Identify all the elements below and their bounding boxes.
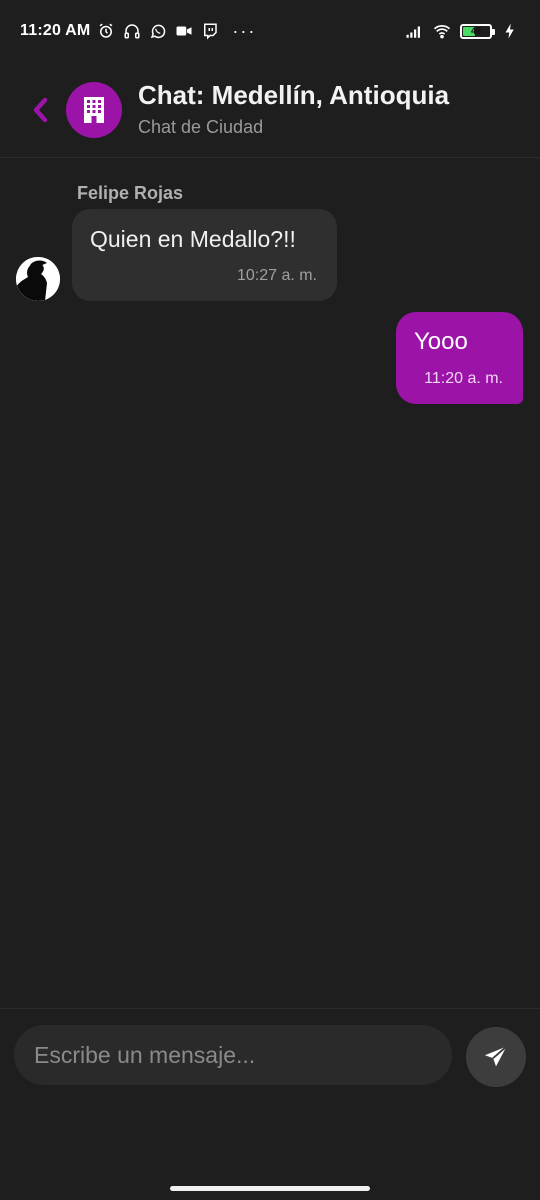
message-time: 11:20 a. m. [424,370,503,387]
wifi-icon [432,21,452,41]
chevron-left-icon [33,97,48,122]
back-button[interactable] [22,92,58,128]
send-button[interactable] [466,1027,526,1087]
status-bar: 11:20 AM ··· 48 [0,0,540,62]
charging-icon [500,21,520,41]
battery-icon: 48 [460,23,495,39]
battery-level: 48 [470,26,481,36]
status-left: 11:20 AM ··· [20,21,256,41]
alarm-icon [96,21,116,41]
message-list[interactable]: Felipe Rojas Quien en Medallo?!! 10:27 a… [0,159,540,1007]
headphones-icon [122,21,142,41]
whatsapp-icon [148,21,168,41]
home-indicator[interactable] [170,1186,370,1191]
message-composer [0,1008,540,1109]
avatar[interactable] [16,257,60,301]
signal-icon [404,21,424,41]
send-icon [484,1045,508,1067]
chat-avatar[interactable] [66,81,122,138]
message-time: 10:27 a. m. [236,267,317,284]
chat-subtitle: Chat de Ciudad [138,116,264,137]
status-right: 48 [404,21,520,41]
chat-header: Chat: Medellín, Antioquia Chat de Ciudad [0,62,540,158]
twitch-icon [200,21,220,41]
message-input[interactable] [14,1025,452,1085]
status-time: 11:20 AM [20,22,91,39]
person-silhouette-icon [16,257,60,301]
message-text: Yooo [414,328,468,355]
sender-name: Felipe Rojas [77,183,184,203]
outgoing-message-bubble[interactable]: Yooo 11:20 a. m. [396,312,523,404]
building-icon [84,96,104,123]
header-text: Chat: Medellín, Antioquia Chat de Ciudad [138,80,450,138]
message-text: Quien en Medallo?!! [90,226,296,252]
video-icon [174,21,194,41]
chat-title: Chat: Medellín, Antioquia [138,80,450,111]
incoming-message-bubble[interactable]: Quien en Medallo?!! 10:27 a. m. [72,209,337,301]
more-notifications-icon: ··· [232,21,257,41]
